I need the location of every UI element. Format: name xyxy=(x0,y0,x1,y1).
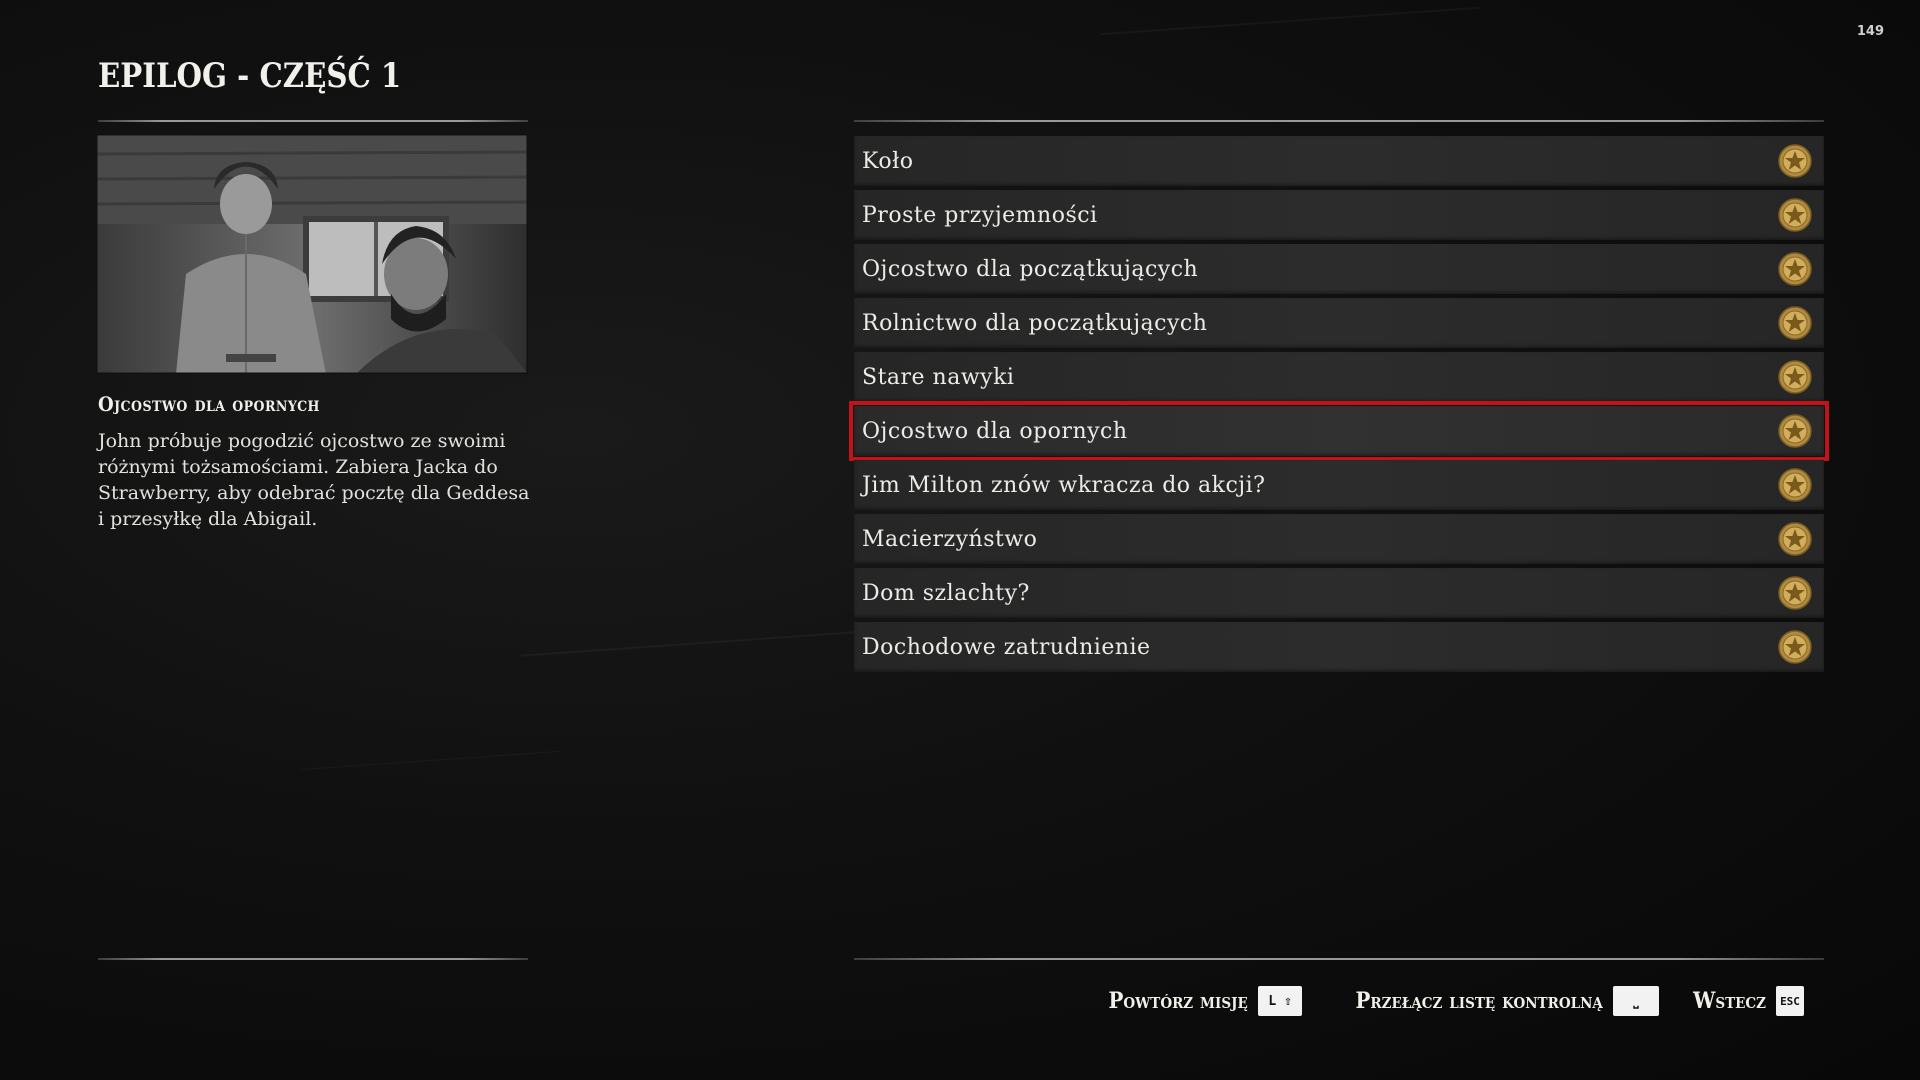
gold-medal-icon xyxy=(1778,468,1812,502)
esc-key-hint: ESC xyxy=(1776,986,1804,1016)
mission-row-selected[interactable]: Ojcostwo dla opornych xyxy=(849,401,1829,461)
footer-controls: Powtórz misję L ⇧ Przełącz listę kontrol… xyxy=(1067,986,1804,1016)
mission-label: Ojcostwo dla początkujących xyxy=(862,256,1199,282)
replay-mission-button[interactable]: Powtórz misję L ⇧ xyxy=(1093,986,1303,1016)
back-label: Wstecz xyxy=(1693,988,1766,1014)
mission-list: Koło Proste przyjemności Ojcostwo dla pocz… xyxy=(849,136,1829,676)
gold-medal-icon xyxy=(1778,198,1812,232)
chapter-title: EPILOG - CZĘŚĆ 1 xyxy=(98,56,402,96)
mission-label: Koło xyxy=(862,148,914,174)
toggle-checklist-button[interactable]: Przełącz listę kontrolną ⎵ xyxy=(1328,986,1659,1016)
left-top-divider xyxy=(98,120,528,122)
mission-replay-screen: 149 EPILOG - CZĘŚĆ 1 Ojcostwo dla oporny… xyxy=(0,0,1920,1080)
replay-mission-label: Powtórz misję xyxy=(1108,988,1249,1014)
gold-medal-icon xyxy=(1778,360,1812,394)
mission-label: Proste przyjemności xyxy=(862,202,1098,228)
mission-row[interactable]: Macierzyństwo xyxy=(854,514,1824,564)
right-bottom-divider xyxy=(854,958,1824,960)
right-top-divider xyxy=(854,120,1824,122)
mission-row[interactable]: Rolnictwo dla początkujących xyxy=(854,298,1824,348)
mission-row[interactable]: Jim Milton znów wkracza do akcji? xyxy=(854,460,1824,510)
back-button[interactable]: Wstecz ESC xyxy=(1685,986,1804,1016)
left-bottom-divider xyxy=(98,958,528,960)
gold-medal-icon xyxy=(1778,576,1812,610)
selected-mission-title: Ojcostwo dla opornych xyxy=(98,392,320,416)
mission-label: Stare nawyki xyxy=(862,364,1015,390)
mission-label: Jim Milton znów wkracza do akcji? xyxy=(862,472,1266,498)
mission-row[interactable]: Ojcostwo dla początkujących xyxy=(854,244,1824,294)
background-streak xyxy=(1100,6,1480,36)
gold-medal-icon xyxy=(1778,414,1812,448)
mission-label: Ojcostwo dla opornych xyxy=(862,418,1128,444)
selected-mission-description: John próbuje pogodzić ojcostwo ze swoimi… xyxy=(98,430,530,530)
toggle-checklist-label: Przełącz listę kontrolną xyxy=(1355,988,1603,1014)
mission-preview-illustration xyxy=(96,134,528,374)
mission-row[interactable]: Stare nawyki xyxy=(854,352,1824,402)
spacebar-key-hint: ⎵ xyxy=(1612,986,1659,1016)
mission-row[interactable]: Koło xyxy=(854,136,1824,186)
mission-row[interactable]: Dom szlachty? xyxy=(854,568,1824,618)
gold-medal-icon xyxy=(1778,522,1812,556)
mission-row[interactable]: Proste przyjemności xyxy=(854,190,1824,240)
mission-label: Rolnictwo dla początkujących xyxy=(862,310,1208,336)
replay-key-hint: L ⇧ xyxy=(1258,986,1303,1016)
background-streak xyxy=(300,750,560,771)
frame-counter: 149 xyxy=(1856,24,1884,39)
gold-medal-icon xyxy=(1778,252,1812,286)
mission-label: Macierzyństwo xyxy=(862,526,1038,552)
mission-preview-image xyxy=(96,134,528,374)
gold-medal-icon xyxy=(1778,630,1812,664)
gold-medal-icon xyxy=(1778,306,1812,340)
mission-row[interactable]: Dochodowe zatrudnienie xyxy=(854,622,1824,672)
gold-medal-icon xyxy=(1778,144,1812,178)
mission-label: Dom szlachty? xyxy=(862,580,1030,606)
mission-label: Dochodowe zatrudnienie xyxy=(862,634,1151,660)
